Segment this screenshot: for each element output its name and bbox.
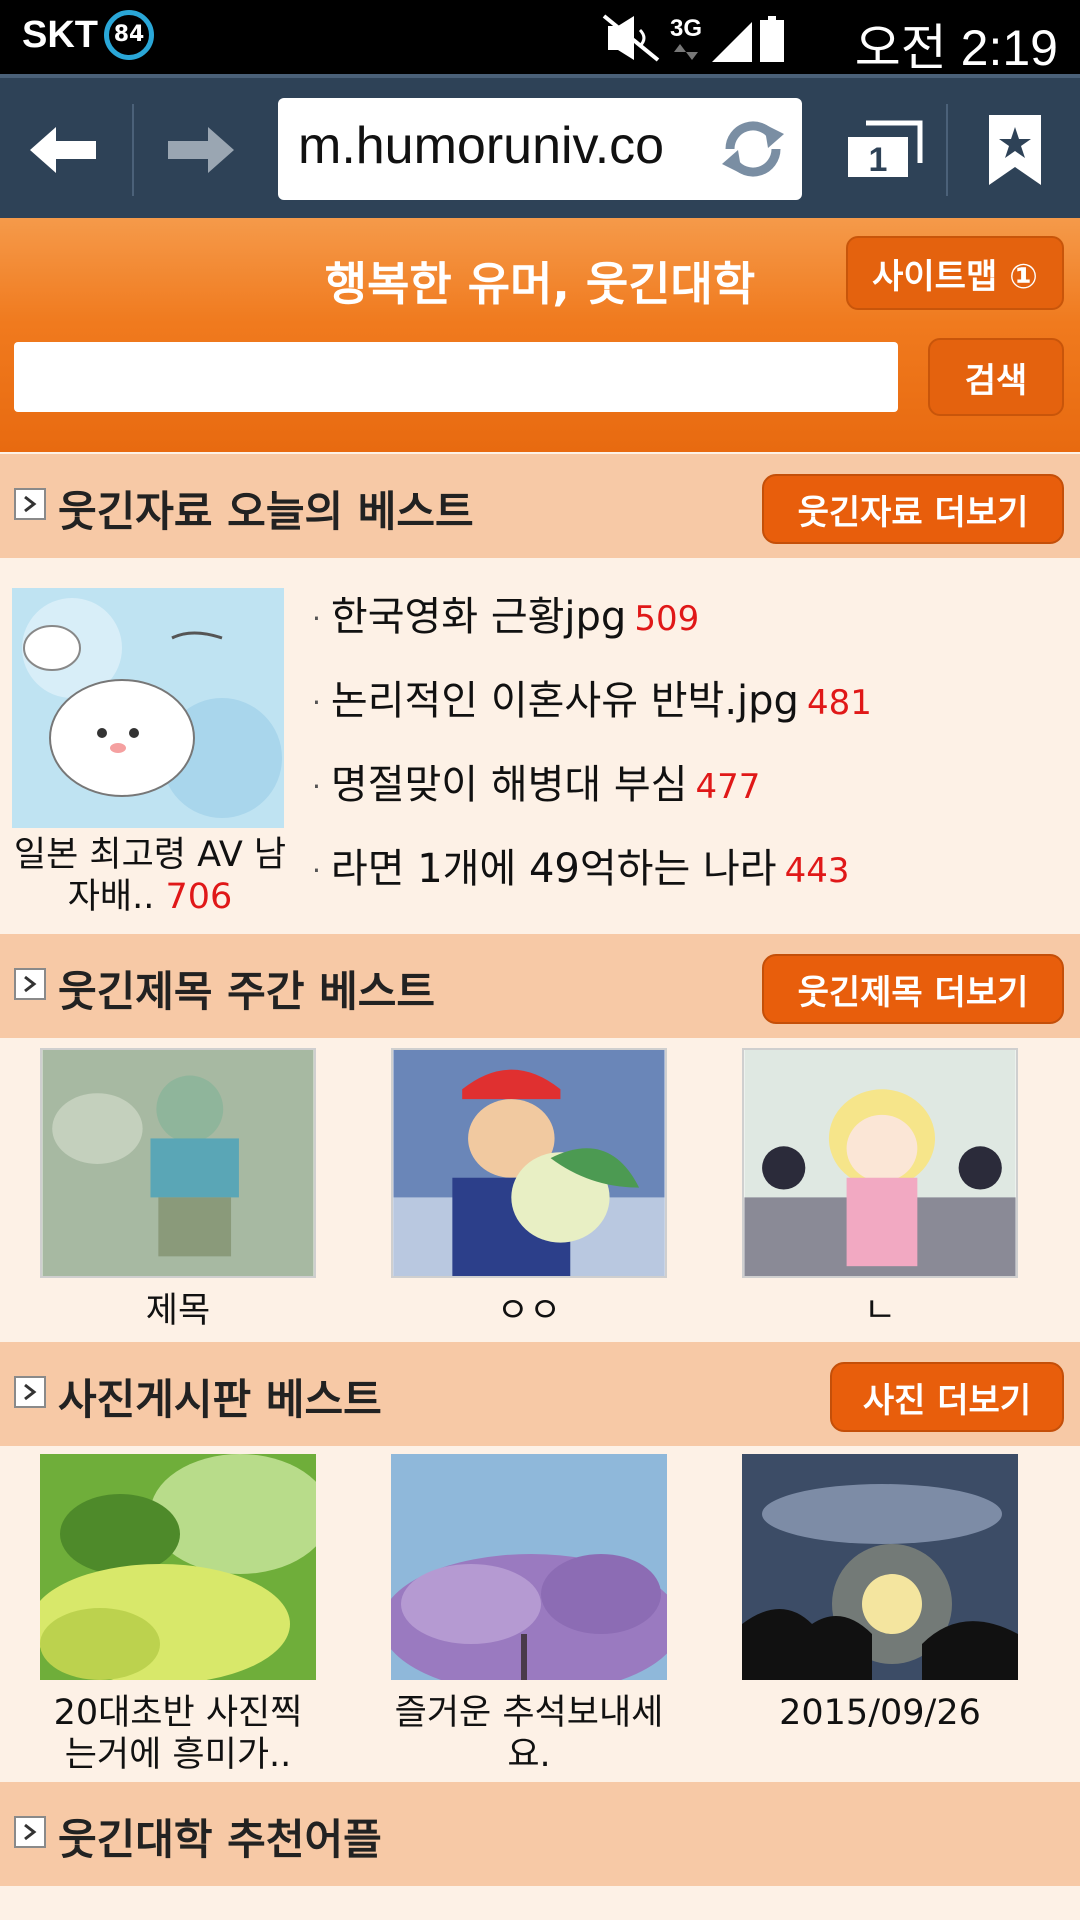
tabs-button[interactable]: 1	[828, 78, 940, 222]
post-count: 481	[806, 683, 872, 723]
bullet-icon: ·	[312, 770, 321, 803]
sitemap-button[interactable]: 사이트맵 ①	[846, 236, 1064, 310]
data-arrows-icon	[674, 44, 698, 60]
status-bar: SKT 84 3G 오전 2:19	[0, 0, 1080, 76]
post-count: 477	[695, 767, 761, 807]
refresh-icon[interactable]	[716, 112, 790, 186]
forward-arrow-icon	[168, 127, 234, 173]
list-item[interactable]: · 라면 1개에 49억하는 나라 443	[312, 837, 1072, 921]
featured-thumbnail[interactable]	[12, 588, 284, 828]
post-title[interactable]: 한국영화 근황jpg	[331, 594, 626, 640]
bullet-icon: ·	[312, 854, 321, 887]
featured-post[interactable]: 일본 최고령 AV 남자배.. 706	[12, 588, 288, 918]
photo-thumbnail[interactable]	[30, 1454, 330, 1684]
weekly-thumbnail[interactable]	[391, 1048, 667, 1278]
section-title: 웃긴제목 주간 베스트	[58, 967, 436, 1016]
more-titles-button[interactable]: 웃긴제목 더보기	[762, 954, 1064, 1024]
chevron-right-icon	[14, 1816, 46, 1848]
mute-icon	[602, 14, 660, 62]
list-item[interactable]: · 명절맞이 해병대 부심 477	[312, 753, 1072, 837]
search-button[interactable]: 검색	[928, 338, 1064, 416]
list-item[interactable]: · 논리적인 이혼사유 반박.jpg 481	[312, 669, 1072, 753]
weekly-thumbnail[interactable]	[40, 1048, 316, 1278]
toolbar-divider	[946, 104, 948, 196]
photo-item[interactable]: 즐거운 추석보내세요.	[381, 1454, 681, 1776]
photo-caption[interactable]: 20대초반 사진찍는거에 흥미가..	[40, 1692, 316, 1776]
bullet-icon: ·	[312, 686, 321, 719]
carrier-label: SKT	[22, 14, 98, 56]
weekly-item[interactable]: ㄴ	[742, 1048, 1018, 1332]
photo-caption[interactable]: 즐거운 추석보내세요.	[391, 1692, 667, 1776]
post-title[interactable]: 명절맞이 해병대 부심	[331, 762, 688, 808]
photo-thumbnail[interactable]	[742, 1454, 1018, 1680]
section-header-today-best: 웃긴자료 오늘의 베스트 웃긴자료 더보기	[0, 454, 1080, 558]
featured-title[interactable]: 일본 최고령 AV 남자배..	[14, 835, 286, 917]
list-item[interactable]: · 한국영화 근황jpg 509	[312, 585, 1072, 669]
forward-button[interactable]	[134, 78, 264, 222]
post-title[interactable]: 논리적인 이혼사유 반박.jpg	[331, 678, 799, 724]
weekly-item[interactable]: ㅇㅇ	[391, 1048, 667, 1332]
weekly-caption[interactable]: ㄴ	[742, 1290, 1018, 1332]
photo-caption[interactable]: 2015/09/26	[742, 1692, 1018, 1734]
section-title: 웃긴대학 추천어플	[58, 1815, 382, 1864]
post-count: 443	[784, 851, 850, 891]
search-input[interactable]	[14, 342, 898, 412]
post-count: 509	[634, 599, 700, 639]
back-arrow-icon	[30, 127, 96, 173]
chevron-right-icon	[14, 1376, 46, 1408]
more-photos-button[interactable]: 사진 더보기	[830, 1362, 1064, 1432]
more-humor-button[interactable]: 웃긴자료 더보기	[762, 474, 1064, 544]
url-text[interactable]: m.humoruniv.co	[298, 116, 698, 176]
featured-caption[interactable]: 일본 최고령 AV 남자배.. 706	[12, 834, 288, 918]
back-button[interactable]	[0, 78, 130, 222]
address-bar[interactable]: m.humoruniv.co	[278, 98, 802, 200]
section-header-weekly-best: 웃긴제목 주간 베스트 웃긴제목 더보기	[0, 934, 1080, 1038]
network-type-label: 3G	[670, 15, 702, 42]
tab-count: 1	[869, 141, 888, 179]
featured-count: 706	[165, 877, 233, 917]
battery-icon	[760, 16, 784, 62]
section-title: 사진게시판 베스트	[58, 1375, 382, 1424]
weekly-caption[interactable]: ㅇㅇ	[391, 1290, 667, 1332]
bullet-icon: ·	[312, 602, 321, 635]
bookmark-button[interactable]	[960, 78, 1070, 222]
photo-thumbnail[interactable]	[381, 1454, 681, 1694]
bookmark-star-icon	[989, 115, 1041, 185]
system-icons: 3G	[602, 14, 784, 62]
photo-item[interactable]: 2015/09/26	[742, 1454, 1018, 1734]
section-header-recommended-apps: 웃긴대학 추천어플	[0, 1782, 1080, 1886]
photo-item[interactable]: 20대초반 사진찍는거에 흥미가..	[30, 1454, 330, 1776]
section-title: 웃긴자료 오늘의 베스트	[58, 487, 474, 536]
battery-level-badge: 84	[104, 10, 154, 60]
weekly-thumbnail[interactable]	[742, 1048, 1018, 1278]
post-title[interactable]: 라면 1개에 49억하는 나라	[331, 846, 777, 892]
chevron-right-icon	[14, 488, 46, 520]
chevron-right-icon	[14, 968, 46, 1000]
tabs-icon: 1	[848, 120, 923, 179]
section-header-photo-best: 사진게시판 베스트 사진 더보기	[0, 1342, 1080, 1446]
browser-toolbar: m.humoruniv.co 1	[0, 74, 1080, 222]
weekly-item[interactable]: 제목	[40, 1048, 316, 1332]
today-best-list: · 한국영화 근황jpg 509 · 논리적인 이혼사유 반박.jpg 481 · 명절맞…	[312, 585, 1072, 921]
clock: 오전 2:19	[854, 20, 1058, 76]
site-header: 행복한 유머, 웃긴대학 사이트맵 ① 검색	[0, 218, 1080, 452]
signal-icon	[712, 22, 752, 62]
weekly-caption[interactable]: 제목	[40, 1290, 316, 1332]
